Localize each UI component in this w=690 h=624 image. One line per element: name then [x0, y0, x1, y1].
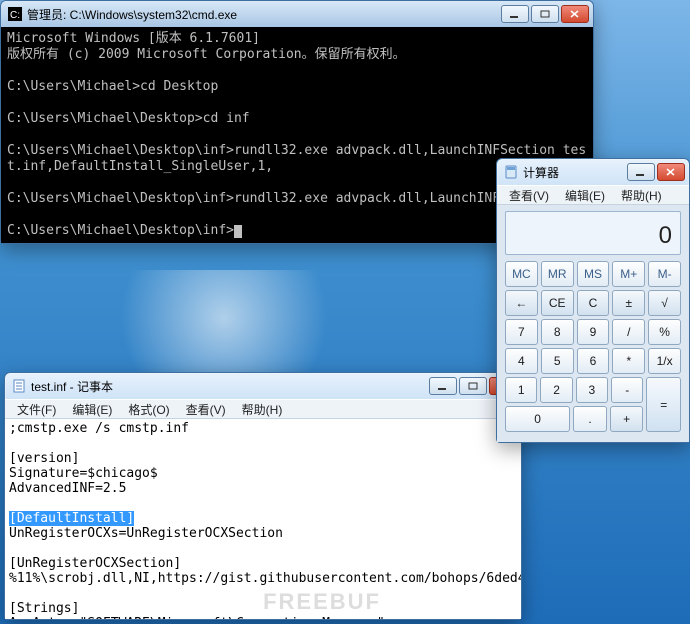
calc-titlebar[interactable]: 计算器 [497, 159, 689, 185]
menu-view[interactable]: 查看(V) [501, 185, 557, 206]
calc-btn-plus[interactable]: + [610, 406, 644, 432]
calc-display: 0 [505, 211, 681, 255]
calc-btn-ce[interactable]: CE [541, 290, 574, 316]
calc-btn-0[interactable]: 0 [505, 406, 570, 432]
calc-btn-9[interactable]: 9 [577, 319, 610, 345]
calc-btn-7[interactable]: 7 [505, 319, 538, 345]
notepad-title: test.inf - 记事本 [31, 378, 427, 395]
calc-btn-4[interactable]: 4 [505, 348, 538, 374]
notepad-line: AppAct = "SOFTWARE\Microsoft\Connection … [9, 616, 517, 619]
menu-file[interactable]: 文件(F) [9, 399, 64, 420]
notepad-titlebar[interactable]: test.inf - 记事本 [5, 373, 521, 399]
calc-btn-ms[interactable]: MS [577, 261, 610, 287]
notepad-window: test.inf - 记事本 文件(F) 编辑(E) 格式(O) 查看(V) 帮… [4, 372, 522, 620]
notepad-line: %11%\scrobj.dll,NI,https://gist.githubus… [9, 571, 517, 586]
cmd-icon: C: [7, 6, 23, 22]
calc-btn-[interactable]: % [648, 319, 681, 345]
calc-btn-1[interactable]: 1 [505, 377, 537, 403]
close-button[interactable] [561, 5, 589, 23]
calc-btn-[interactable]: / [612, 319, 645, 345]
calc-btn-[interactable]: ← [505, 290, 538, 316]
minimize-button[interactable] [501, 5, 529, 23]
calc-btn-[interactable]: - [611, 377, 643, 403]
notepad-line: [version] [9, 451, 517, 466]
menu-edit[interactable]: 编辑(E) [557, 185, 613, 206]
svg-text:C:: C: [10, 10, 20, 21]
notepad-line: AdvancedINF=2.5 [9, 481, 517, 496]
calculator-icon [503, 164, 519, 180]
calc-btn-[interactable]: * [612, 348, 645, 374]
menu-format[interactable]: 格式(O) [120, 399, 177, 420]
cmd-title: 管理员: C:\Windows\system32\cmd.exe [27, 6, 499, 23]
notepad-line: [DefaultInstall] [9, 511, 517, 526]
maximize-button[interactable] [459, 377, 487, 395]
cmd-line [7, 127, 587, 143]
calc-btn-[interactable]: √ [648, 290, 681, 316]
notepad-line: UnRegisterOCXs=UnRegisterOCXSection [9, 526, 517, 541]
cmd-line [7, 95, 587, 111]
calc-btn-1x[interactable]: 1/x [648, 348, 681, 374]
notepad-line: ;cmstp.exe /s cmstp.inf [9, 421, 517, 436]
calc-client: 0 MCMRMSM+M- ←CEC±√ 789/% 456*1/x 123- 0… [497, 205, 689, 442]
minimize-button[interactable] [429, 377, 457, 395]
watermark: FREEBUF [263, 589, 381, 615]
menu-help[interactable]: 帮助(H) [234, 399, 291, 420]
cmd-line: 版权所有 (c) 2009 Microsoft Corporation。保留所有… [7, 47, 587, 63]
calc-btn-2[interactable]: 2 [540, 377, 572, 403]
calc-btn-mc[interactable]: MC [505, 261, 538, 287]
calc-btn-m[interactable]: M- [648, 261, 681, 287]
calc-title: 计算器 [523, 164, 625, 181]
cmd-line: C:\Users\Michael>cd Desktop [7, 79, 587, 95]
calc-btn-m[interactable]: M+ [612, 261, 645, 287]
calc-btn-dot[interactable]: . [573, 406, 607, 432]
calc-btn-mr[interactable]: MR [541, 261, 574, 287]
notepad-line [9, 496, 517, 511]
minimize-button[interactable] [627, 163, 655, 181]
menu-help[interactable]: 帮助(H) [613, 185, 670, 206]
cmd-line [7, 63, 587, 79]
menu-edit[interactable]: 编辑(E) [64, 399, 120, 420]
calc-menubar: 查看(V) 编辑(E) 帮助(H) [497, 185, 689, 205]
calc-btn-6[interactable]: 6 [577, 348, 610, 374]
close-button[interactable] [657, 163, 685, 181]
notepad-icon [11, 378, 27, 394]
cmd-line: Microsoft Windows [版本 6.1.7601] [7, 31, 587, 47]
calc-btn-equals[interactable]: = [646, 377, 681, 432]
notepad-menubar: 文件(F) 编辑(E) 格式(O) 查看(V) 帮助(H) [5, 399, 521, 419]
cmd-line: C:\Users\Michael\Desktop>cd inf [7, 111, 587, 127]
notepad-line [9, 541, 517, 556]
notepad-line: [UnRegisterOCXSection] [9, 556, 517, 571]
calc-btn-8[interactable]: 8 [541, 319, 574, 345]
notepad-line: Signature=$chicago$ [9, 466, 517, 481]
calc-btn-c[interactable]: C [577, 290, 610, 316]
calc-btn-[interactable]: ± [612, 290, 645, 316]
calc-btn-3[interactable]: 3 [576, 377, 608, 403]
calc-btn-5[interactable]: 5 [541, 348, 574, 374]
menu-view[interactable]: 查看(V) [178, 399, 234, 420]
cmd-titlebar[interactable]: C: 管理员: C:\Windows\system32\cmd.exe [1, 1, 593, 27]
calculator-window: 计算器 查看(V) 编辑(E) 帮助(H) 0 MCMRMSM+M- ←CEC±… [496, 158, 690, 443]
notepad-line [9, 436, 517, 451]
maximize-button[interactable] [531, 5, 559, 23]
